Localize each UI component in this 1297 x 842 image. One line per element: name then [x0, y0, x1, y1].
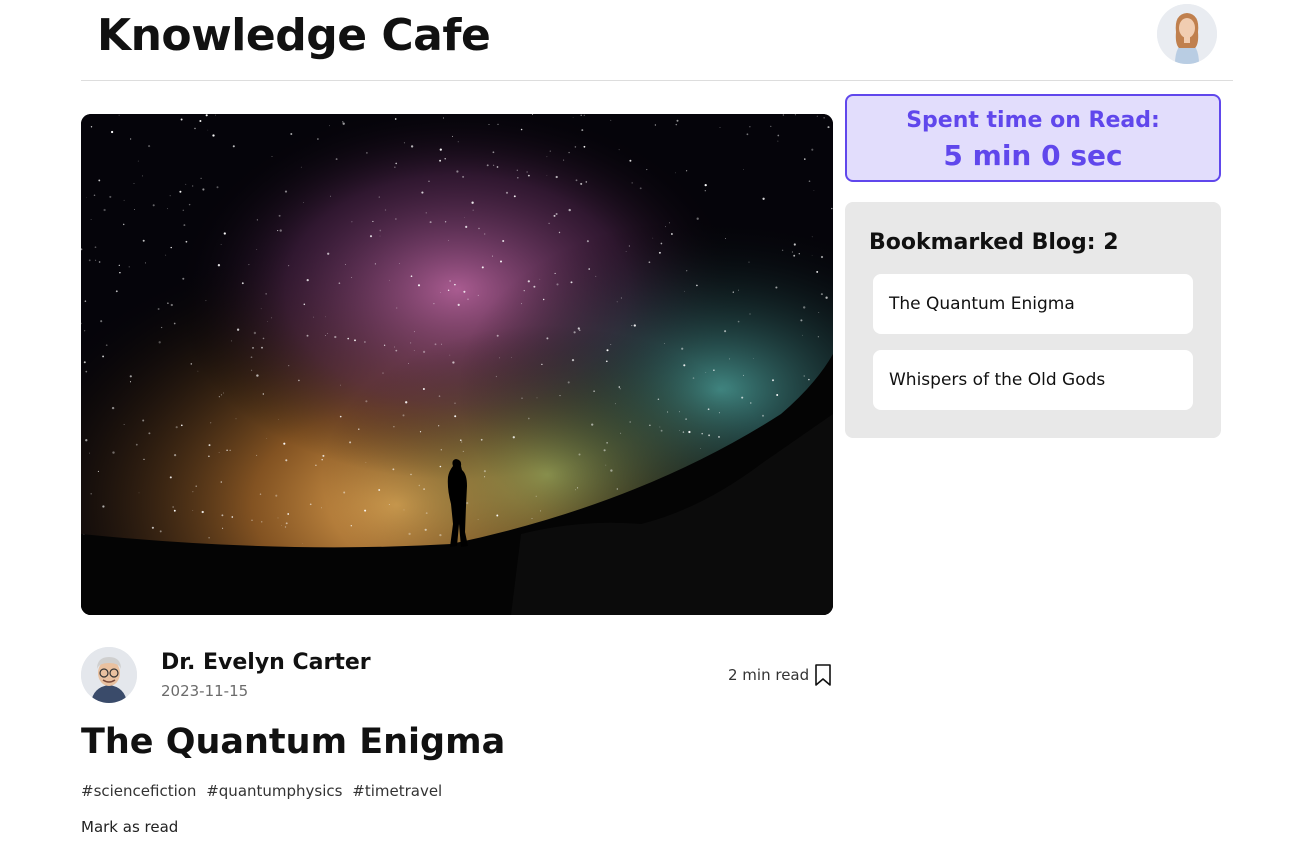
hashtag-list: #sciencefiction #quantumphysics #timetra…: [81, 782, 447, 800]
reading-time-card: Spent time on Read: 5 min 0 sec: [845, 94, 1221, 182]
user-avatar-icon[interactable]: [1157, 4, 1217, 64]
reading-time-value: 5 min 0 sec: [943, 139, 1123, 172]
bookmarked-blog-title: The Quantum Enigma: [889, 294, 1075, 314]
bookmarked-blog-item[interactable]: The Quantum Enigma: [873, 274, 1193, 334]
hashtag: #timetravel: [352, 782, 443, 800]
bookmarked-blog-title: Whispers of the Old Gods: [889, 370, 1106, 390]
site-header: Knowledge Cafe: [81, 0, 1233, 81]
bookmarked-blogs-panel: Bookmarked Blog: 2 The Quantum Enigma Wh…: [845, 202, 1221, 438]
bookmarked-blogs-heading: Bookmarked Blog: 2: [869, 230, 1119, 255]
hashtag: #quantumphysics: [206, 782, 343, 800]
mark-as-read-button[interactable]: Mark as read: [81, 818, 178, 836]
author-name: Dr. Evelyn Carter: [161, 650, 371, 675]
bookmarked-blog-item[interactable]: Whispers of the Old Gods: [873, 350, 1193, 410]
author-avatar: [81, 647, 137, 703]
post-date: 2023-11-15: [161, 682, 249, 700]
site-title: Knowledge Cafe: [97, 10, 491, 61]
blog-cover-image: [81, 114, 833, 615]
read-time: 2 min read: [728, 666, 810, 684]
bookmark-button[interactable]: [812, 663, 834, 689]
blog-title: The Quantum Enigma: [81, 722, 506, 762]
reading-time-label: Spent time on Read:: [906, 108, 1160, 133]
hashtag: #sciencefiction: [81, 782, 197, 800]
bookmark-icon: [814, 664, 832, 690]
